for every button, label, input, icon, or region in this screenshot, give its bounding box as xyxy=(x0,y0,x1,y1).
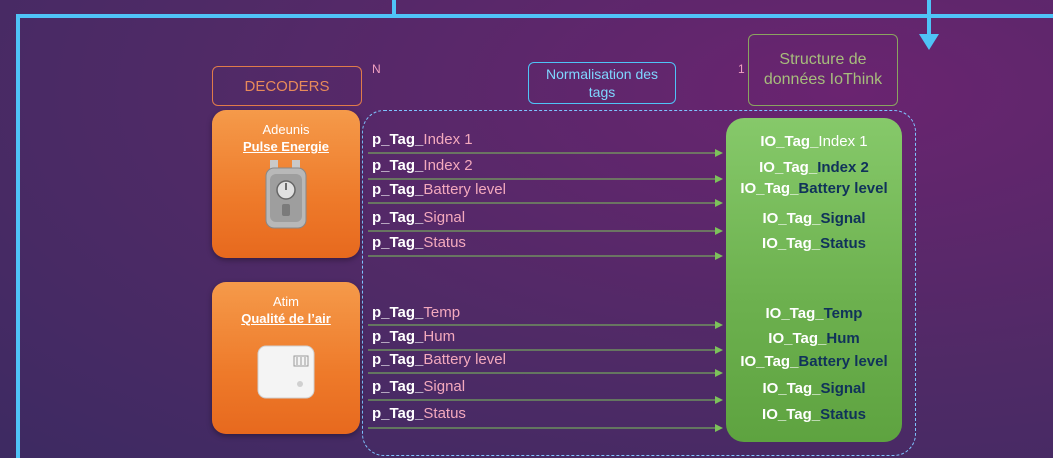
mapping-arrows xyxy=(368,149,723,432)
